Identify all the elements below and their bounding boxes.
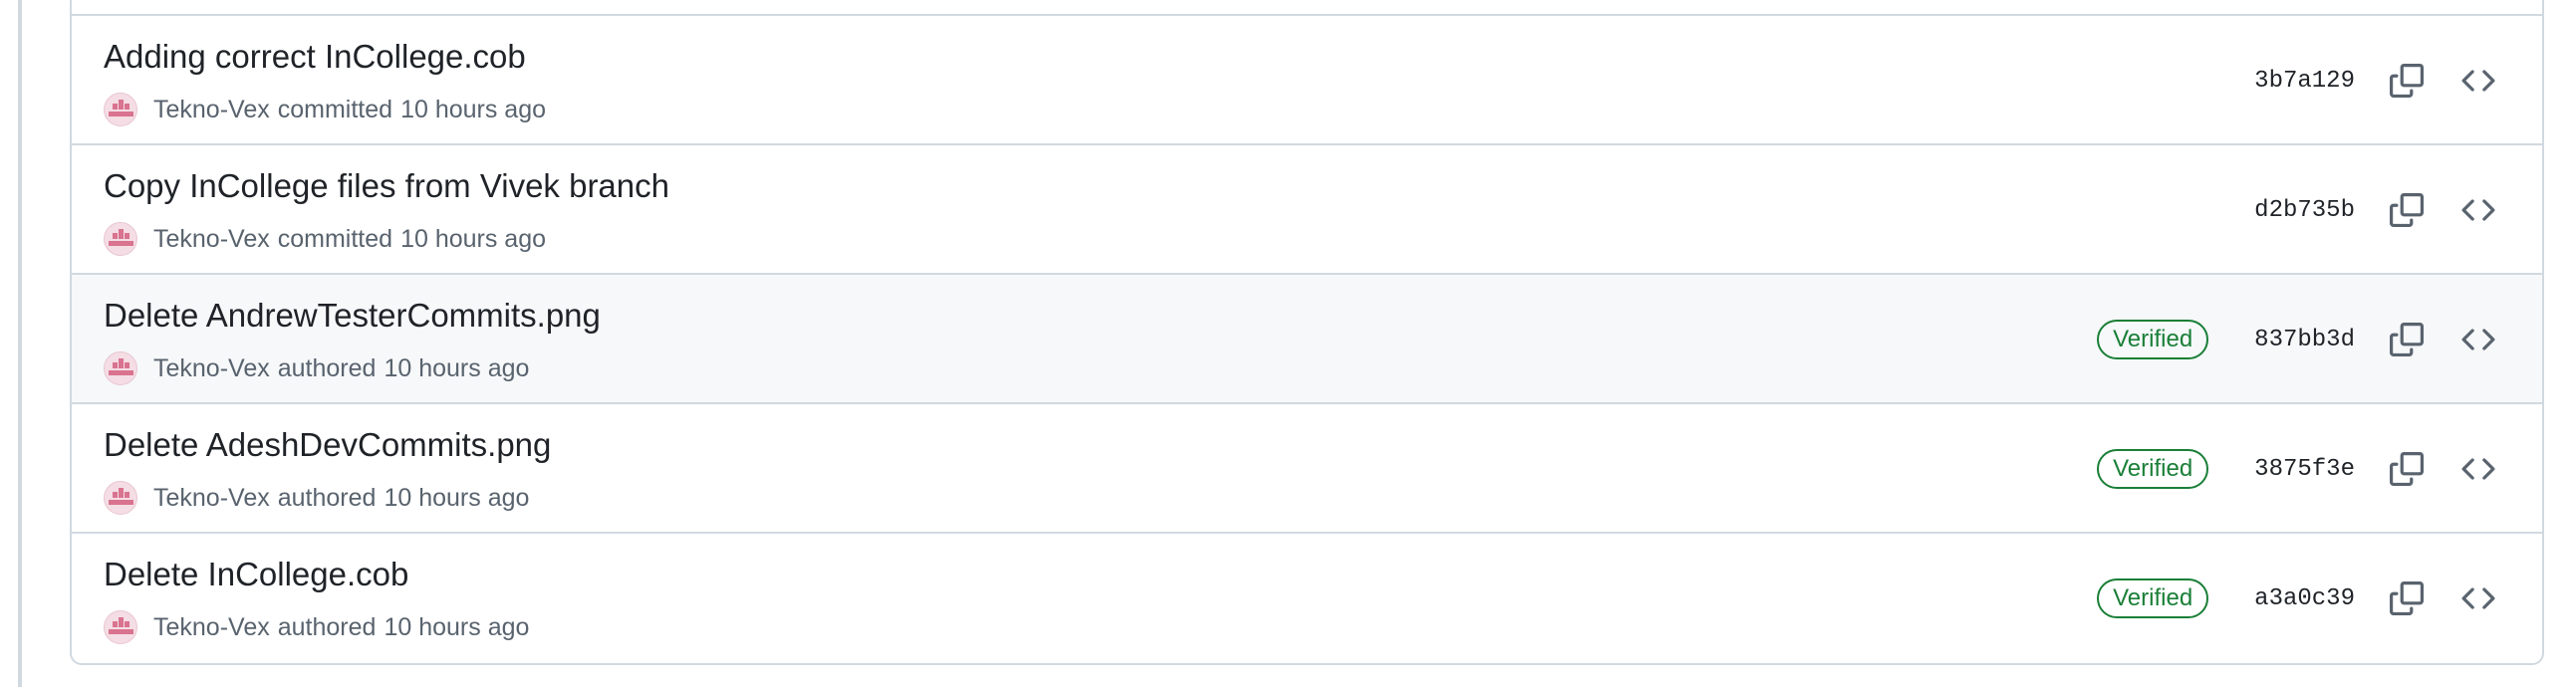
commit-meta: Tekno-Vex authored 10 hours ago <box>104 480 529 516</box>
commit-title-link[interactable]: Adding correct InCollege.cob <box>104 38 526 76</box>
verified-badge[interactable]: Verified <box>2097 578 2209 618</box>
commit-time: 10 hours ago <box>384 483 530 512</box>
author-link[interactable]: Tekno-Vex <box>153 225 270 254</box>
commit-action: authored <box>277 612 377 641</box>
commit-sha-link[interactable]: 3875f3e <box>2254 456 2355 483</box>
commit-meta: Tekno-Vex committed 10 hours ago <box>104 221 546 257</box>
copy-sha-button[interactable] <box>2385 318 2429 361</box>
commit-actions: Verified a3a0c39 <box>2097 534 2542 663</box>
commit-time: 10 hours ago <box>400 224 547 253</box>
author-avatar[interactable] <box>104 610 137 644</box>
commit-meta: Tekno-Vex committed 10 hours ago <box>104 92 546 127</box>
commit-row: Delete AndrewTesterCommits.png Tekno-Vex… <box>72 275 2542 404</box>
author-avatar[interactable] <box>104 481 137 515</box>
commit-row: Delete InCollege.cob Tekno-Vex authored … <box>72 534 2542 663</box>
commit-actions: 3b7a129 <box>2254 16 2542 145</box>
copy-icon <box>2390 452 2424 486</box>
copy-sha-button[interactable] <box>2385 447 2429 491</box>
code-icon <box>2461 199 2495 221</box>
commit-title-link[interactable]: Copy InCollege files from Vivek branch <box>104 167 669 205</box>
commit-action: committed <box>277 224 393 253</box>
timeline-line <box>18 0 22 687</box>
code-icon <box>2461 329 2495 350</box>
author-link[interactable]: Tekno-Vex <box>153 484 270 513</box>
commit-actions: Verified 837bb3d <box>2097 275 2542 404</box>
commit-time: 10 hours ago <box>384 353 530 382</box>
author-avatar[interactable] <box>104 351 137 385</box>
browse-repo-button[interactable] <box>2456 447 2500 491</box>
copy-icon <box>2390 64 2424 98</box>
commit-sha-link[interactable]: d2b735b <box>2254 197 2355 224</box>
commit-time: 10 hours ago <box>400 95 547 123</box>
commit-sha-link[interactable]: a3a0c39 <box>2254 585 2355 612</box>
commit-meta: Tekno-Vex authored 10 hours ago <box>104 350 529 386</box>
commit-sha-link[interactable]: 3b7a129 <box>2254 68 2355 95</box>
commit-title-link[interactable]: Delete AndrewTesterCommits.png <box>104 297 601 335</box>
commit-action: authored <box>277 353 377 382</box>
browse-repo-button[interactable] <box>2456 188 2500 232</box>
author-avatar[interactable] <box>104 93 137 126</box>
copy-icon <box>2390 581 2424 615</box>
code-icon <box>2461 587 2495 609</box>
previous-row-edge <box>72 0 2542 16</box>
commit-actions: Verified 3875f3e <box>2097 404 2542 534</box>
author-avatar[interactable] <box>104 222 137 256</box>
commit-list: Adding correct InCollege.cob Tekno-Vex c… <box>70 0 2544 665</box>
browse-repo-button[interactable] <box>2456 318 2500 361</box>
commit-action: committed <box>277 95 393 123</box>
copy-icon <box>2390 193 2424 227</box>
commit-action: authored <box>277 483 377 512</box>
browse-repo-button[interactable] <box>2456 576 2500 620</box>
commit-meta: Tekno-Vex authored 10 hours ago <box>104 609 529 645</box>
commit-row: Copy InCollege files from Vivek branch T… <box>72 145 2542 275</box>
commit-row: Adding correct InCollege.cob Tekno-Vex c… <box>72 16 2542 145</box>
copy-sha-button[interactable] <box>2385 188 2429 232</box>
author-link[interactable]: Tekno-Vex <box>153 96 270 124</box>
verified-badge[interactable]: Verified <box>2097 449 2209 489</box>
commit-title-link[interactable]: Delete AdeshDevCommits.png <box>104 426 551 464</box>
author-link[interactable]: Tekno-Vex <box>153 613 270 642</box>
commit-time: 10 hours ago <box>384 612 530 641</box>
copy-icon <box>2390 323 2424 356</box>
commit-title-link[interactable]: Delete InCollege.cob <box>104 556 408 593</box>
copy-sha-button[interactable] <box>2385 576 2429 620</box>
code-icon <box>2461 70 2495 92</box>
copy-sha-button[interactable] <box>2385 59 2429 103</box>
author-link[interactable]: Tekno-Vex <box>153 354 270 383</box>
commit-actions: d2b735b <box>2254 145 2542 275</box>
code-icon <box>2461 458 2495 480</box>
verified-badge[interactable]: Verified <box>2097 320 2209 359</box>
commit-row: Delete AdeshDevCommits.png Tekno-Vex aut… <box>72 404 2542 534</box>
browse-repo-button[interactable] <box>2456 59 2500 103</box>
commit-sha-link[interactable]: 837bb3d <box>2254 327 2355 353</box>
